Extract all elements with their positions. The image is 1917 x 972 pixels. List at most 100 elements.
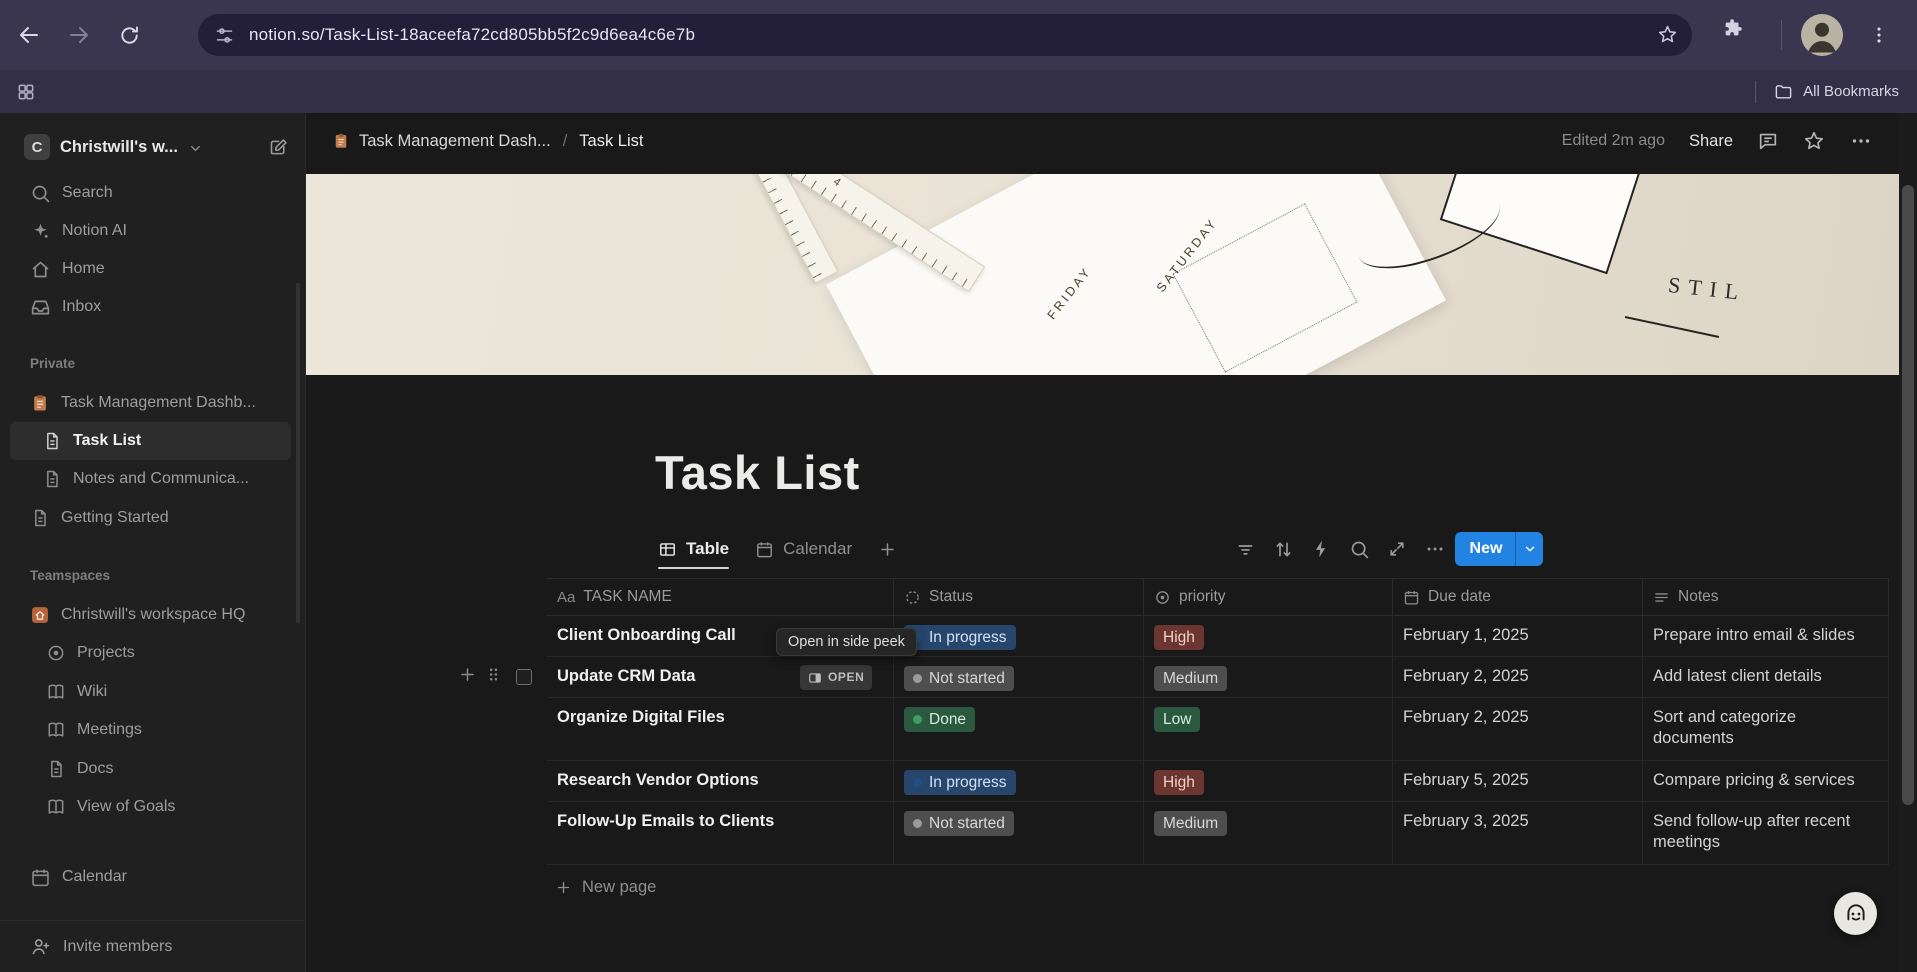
- sidebar-item-getting-started[interactable]: Getting Started: [10, 499, 291, 537]
- due-date-cell[interactable]: February 2, 2025: [1393, 657, 1643, 697]
- status-cell[interactable]: Not started: [894, 802, 1144, 864]
- priority-tag[interactable]: Low: [1154, 707, 1201, 732]
- workspace-switcher[interactable]: C Christwill's w...: [10, 125, 299, 169]
- priority-cell[interactable]: Low: [1144, 698, 1393, 760]
- status-cell[interactable]: In progress: [894, 616, 1144, 656]
- priority-cell[interactable]: Medium: [1144, 802, 1393, 864]
- table-row[interactable]: Organize Digital Files Done Low February…: [547, 698, 1889, 761]
- sidebar-item-docs[interactable]: Docs: [10, 750, 291, 788]
- extensions-icon[interactable]: [1722, 17, 1744, 39]
- sidebar-item-inbox[interactable]: Inbox: [10, 288, 291, 326]
- apps-grid-icon[interactable]: [16, 82, 36, 102]
- browser-menu-icon[interactable]: [1868, 17, 1890, 53]
- forward-icon[interactable]: [58, 14, 100, 56]
- expand-icon[interactable]: [1382, 534, 1412, 564]
- automation-zap-icon[interactable]: [1306, 534, 1336, 564]
- new-button[interactable]: New: [1455, 532, 1543, 566]
- open-side-peek-button[interactable]: OPEN: [800, 665, 873, 690]
- all-bookmarks-button[interactable]: All Bookmarks: [1755, 80, 1899, 103]
- site-settings-icon[interactable]: [214, 25, 235, 46]
- sidebar-item-workspace-hq[interactable]: Christwill's workspace HQ: [10, 596, 291, 634]
- address-bar[interactable]: notion.so/Task-List-18aceefa72cd805bb5f2…: [198, 14, 1692, 56]
- sidebar-item-meetings[interactable]: Meetings: [10, 711, 291, 749]
- status-cell[interactable]: Done: [894, 698, 1144, 760]
- scrollbar-thumb[interactable]: [1902, 185, 1914, 805]
- task-name-cell[interactable]: Organize Digital Files: [547, 698, 894, 760]
- notes-cell[interactable]: Prepare intro email & slides: [1643, 616, 1889, 656]
- column-header-priority[interactable]: priority: [1144, 579, 1393, 615]
- status-tag[interactable]: Not started: [904, 811, 1014, 836]
- status-tag[interactable]: Not started: [904, 666, 1014, 691]
- sidebar-item-projects[interactable]: Projects: [10, 634, 291, 672]
- drag-handle-icon[interactable]: [484, 665, 503, 684]
- filter-icon[interactable]: [1230, 534, 1260, 564]
- profile-avatar[interactable]: [1801, 14, 1843, 56]
- notes-cell[interactable]: Sort and categorize documents: [1643, 698, 1889, 760]
- breadcrumb-current[interactable]: Task List: [579, 132, 643, 151]
- notion-ai-fab[interactable]: [1834, 892, 1877, 935]
- priority-cell[interactable]: High: [1144, 616, 1393, 656]
- row-checkbox[interactable]: [516, 669, 532, 685]
- tab-calendar[interactable]: Calendar: [755, 529, 852, 569]
- sidebar-item-home[interactable]: Home: [10, 250, 291, 288]
- comments-icon[interactable]: [1757, 130, 1779, 152]
- add-view-icon[interactable]: [878, 540, 897, 559]
- column-header-notes[interactable]: Notes: [1643, 579, 1889, 615]
- task-name-cell[interactable]: Research Vendor Options: [547, 761, 894, 801]
- sidebar-item-task-list[interactable]: Task List: [10, 422, 291, 460]
- status-tag[interactable]: Done: [904, 707, 976, 732]
- notes-cell[interactable]: Add latest client details: [1643, 657, 1889, 697]
- task-name-cell[interactable]: Follow-Up Emails to Clients: [547, 802, 894, 864]
- priority-tag[interactable]: Medium: [1154, 811, 1228, 836]
- add-row-icon[interactable]: [458, 665, 477, 684]
- sidebar-item-notion-ai[interactable]: Notion AI: [10, 212, 291, 250]
- sidebar-item-notes-and-communication[interactable]: Notes and Communica...: [10, 460, 291, 498]
- compose-icon[interactable]: [268, 137, 289, 158]
- column-header-status[interactable]: Status: [894, 579, 1144, 615]
- status-cell[interactable]: Not started: [894, 657, 1144, 697]
- page-title[interactable]: Task List: [655, 445, 860, 500]
- table-row[interactable]: Follow-Up Emails to Clients Not started …: [547, 802, 1889, 865]
- due-date-cell[interactable]: February 2, 2025: [1393, 698, 1643, 760]
- more-options-icon[interactable]: [1849, 129, 1873, 153]
- task-name-cell[interactable]: Update CRM Data OPEN: [547, 657, 894, 697]
- column-header-task-name[interactable]: Aa TASK NAME: [547, 579, 894, 615]
- priority-cell[interactable]: Medium: [1144, 657, 1393, 697]
- favorite-star-icon[interactable]: [1803, 130, 1825, 152]
- sort-icon[interactable]: [1268, 534, 1298, 564]
- sidebar-item-view-of-goals[interactable]: View of Goals: [10, 788, 291, 826]
- more-options-icon[interactable]: [1420, 534, 1450, 564]
- table-row[interactable]: Client Onboarding Call In progress High …: [547, 616, 1889, 657]
- sidebar-scrollbar[interactable]: [296, 283, 300, 623]
- share-button[interactable]: Share: [1689, 132, 1733, 151]
- due-date-cell[interactable]: February 1, 2025: [1393, 616, 1643, 656]
- search-icon[interactable]: [1344, 534, 1374, 564]
- notes-cell[interactable]: Send follow-up after recent meetings: [1643, 802, 1889, 864]
- priority-tag[interactable]: High: [1154, 625, 1204, 650]
- tab-table[interactable]: Table: [658, 529, 730, 569]
- sidebar-item-task-management-dashboard[interactable]: Task Management Dashb...: [10, 384, 291, 422]
- sidebar-item-calendar[interactable]: Calendar: [10, 858, 291, 896]
- due-date-cell[interactable]: February 3, 2025: [1393, 802, 1643, 864]
- teamspaces-section-label[interactable]: Teamspaces: [30, 563, 110, 587]
- column-header-due-date[interactable]: Due date: [1393, 579, 1643, 615]
- priority-cell[interactable]: High: [1144, 761, 1393, 801]
- window-scrollbar[interactable]: [1899, 113, 1917, 972]
- chevron-down-icon[interactable]: [1516, 532, 1543, 566]
- sidebar-item-search[interactable]: Search: [10, 174, 291, 212]
- breadcrumb-root[interactable]: Task Management Dash...: [359, 132, 551, 151]
- invite-members-button[interactable]: Invite members: [0, 920, 305, 972]
- status-tag[interactable]: In progress: [904, 770, 1016, 795]
- back-icon[interactable]: [8, 14, 50, 56]
- sidebar-item-wiki[interactable]: Wiki: [10, 673, 291, 711]
- private-section-label[interactable]: Private: [30, 351, 75, 375]
- priority-tag[interactable]: Medium: [1154, 666, 1228, 691]
- table-row[interactable]: Update CRM Data OPEN Not started Medium …: [547, 657, 1889, 698]
- status-cell[interactable]: In progress: [894, 761, 1144, 801]
- notes-cell[interactable]: Compare pricing & services: [1643, 761, 1889, 801]
- reload-icon[interactable]: [108, 14, 150, 56]
- bookmark-star-icon[interactable]: [1657, 24, 1678, 45]
- due-date-cell[interactable]: February 5, 2025: [1393, 761, 1643, 801]
- priority-tag[interactable]: High: [1154, 770, 1204, 795]
- status-tag[interactable]: In progress: [904, 625, 1016, 650]
